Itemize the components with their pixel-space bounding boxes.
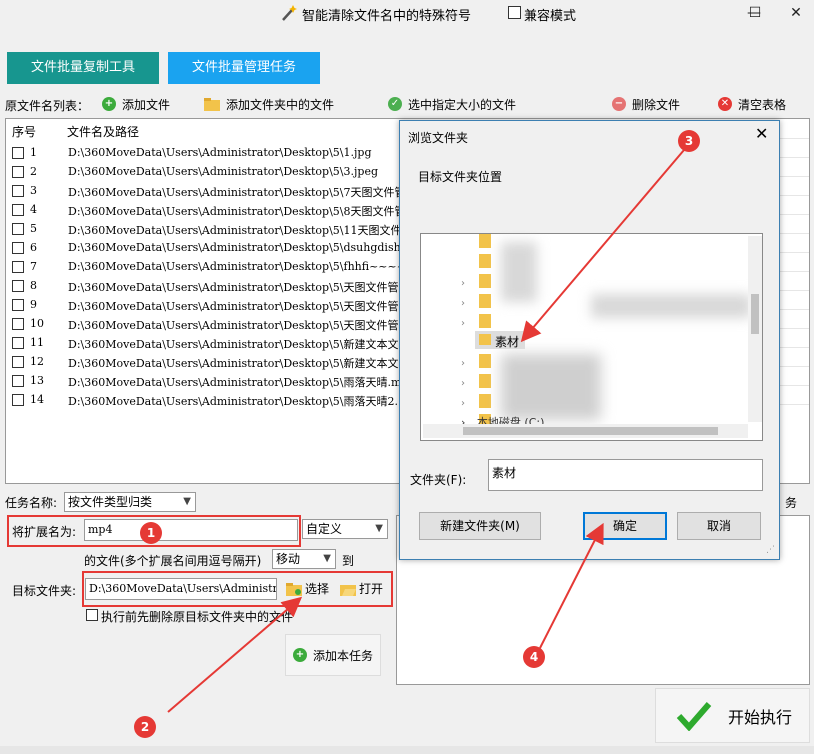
annotation-badge: 4 bbox=[523, 646, 545, 668]
annotation-badge: 3 bbox=[678, 130, 700, 152]
annotation-arrows bbox=[167, 149, 685, 713]
arrow-to-ok bbox=[539, 522, 604, 649]
annotation-badge: 2 bbox=[134, 716, 156, 738]
annotation-badge: 1 bbox=[140, 522, 162, 544]
arrow-to-folder bbox=[520, 149, 685, 343]
arrow-to-target bbox=[167, 596, 303, 713]
